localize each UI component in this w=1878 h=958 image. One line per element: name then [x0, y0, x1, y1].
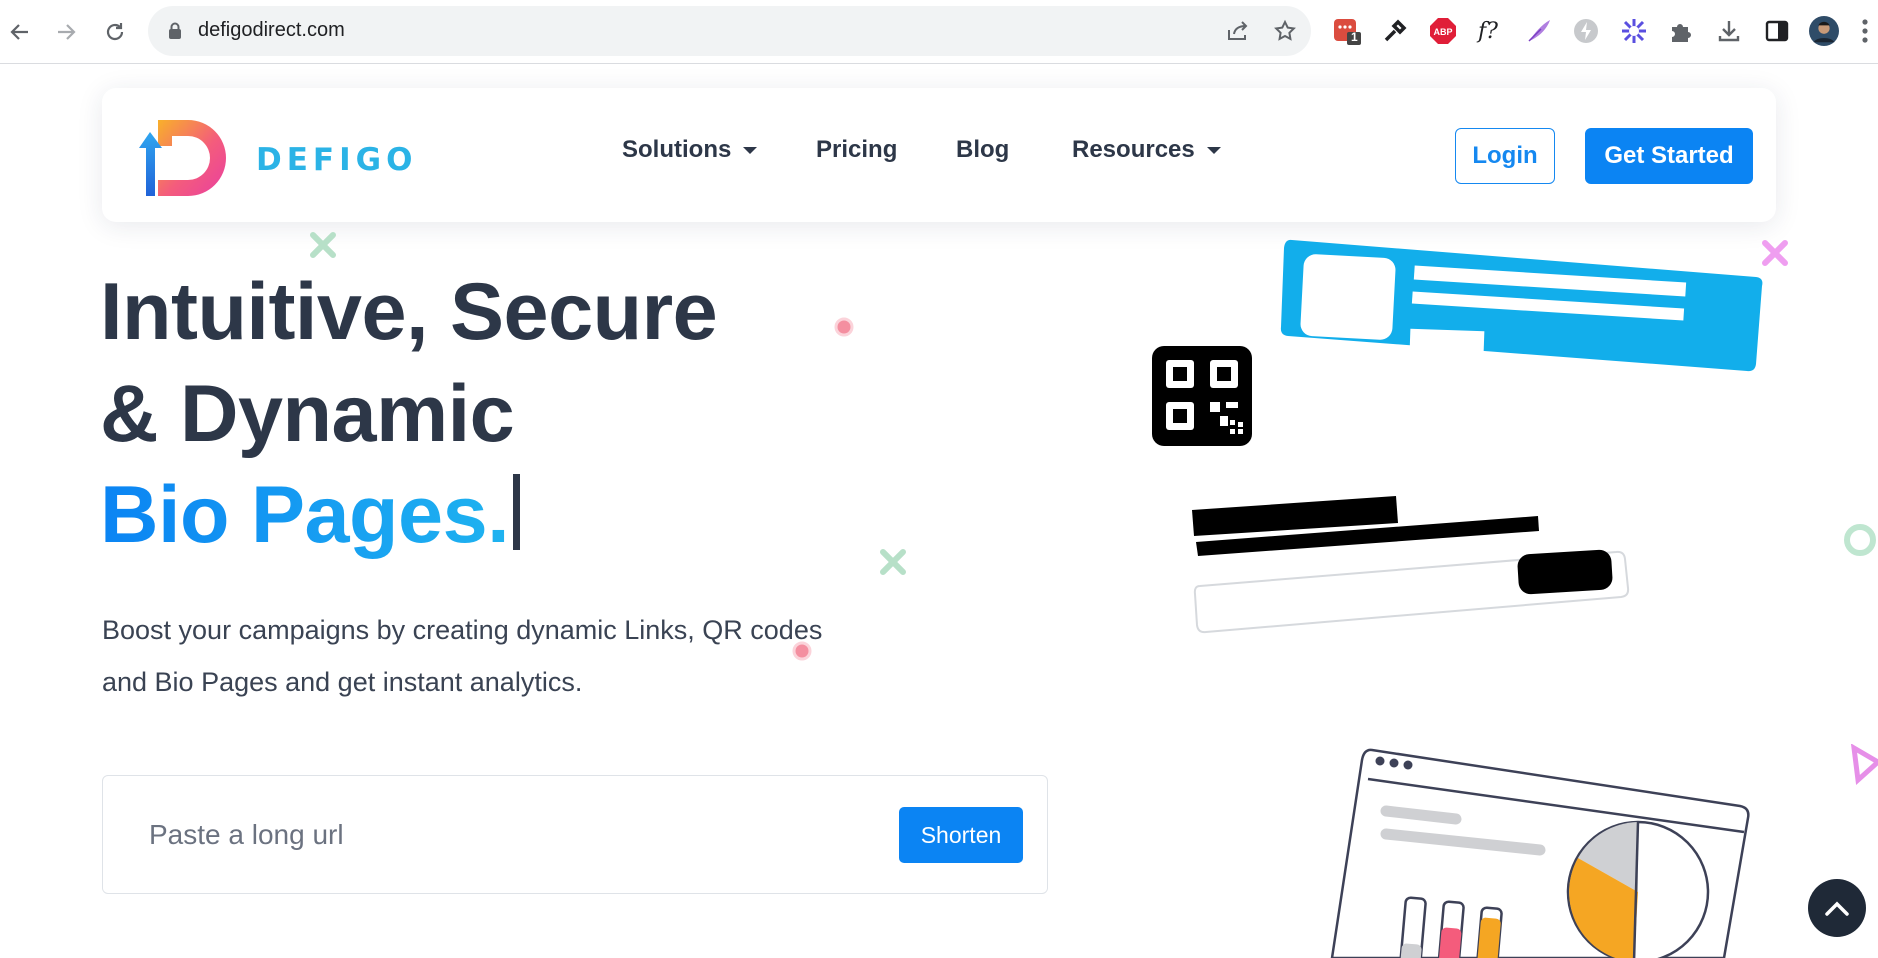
- long-url-input[interactable]: [149, 814, 849, 856]
- get-started-button[interactable]: Get Started: [1585, 128, 1753, 184]
- webpage: DEFIGO Solutions Pricing Blog Resources …: [0, 64, 1878, 958]
- scroll-to-top-button[interactable]: [1808, 879, 1866, 937]
- chevron-up-icon: [1825, 901, 1849, 916]
- typing-cursor: [513, 474, 521, 550]
- lightning-icon[interactable]: [1571, 16, 1601, 46]
- nav-solutions[interactable]: Solutions: [622, 136, 758, 164]
- eyedropper-icon[interactable]: [1380, 16, 1410, 46]
- shorten-button[interactable]: Shorten: [899, 807, 1023, 863]
- login-button[interactable]: Login: [1455, 128, 1555, 184]
- extension-badge: 1: [1351, 30, 1358, 44]
- address-bar[interactable]: defigodirect.com: [148, 6, 1311, 56]
- cross-decoration-icon: [880, 549, 906, 575]
- analytics-window-illustration: [1330, 748, 1750, 958]
- kebab-menu-icon[interactable]: [1856, 16, 1874, 46]
- adblock-icon[interactable]: ABP: [1428, 16, 1458, 46]
- sidepanel-icon[interactable]: [1762, 16, 1792, 46]
- forward-arrow-icon: [58, 24, 76, 40]
- quill-icon[interactable]: [1524, 16, 1554, 46]
- reload-icon: [106, 23, 124, 41]
- back-button[interactable]: [2, 14, 38, 50]
- profile-card-illustration: [1280, 239, 1763, 372]
- defigo-logo-text: DEFIGO: [256, 142, 418, 178]
- url-text: defigodirect.com: [198, 19, 345, 41]
- nav-resources[interactable]: Resources: [1072, 136, 1221, 164]
- svg-text:f?: f?: [1476, 19, 1498, 44]
- defigo-logo-mark-icon: [139, 120, 226, 196]
- nav-solutions-label: Solutions: [622, 136, 732, 163]
- link-form-illustration: [1192, 496, 1630, 634]
- nav-blog-label: Blog: [956, 136, 1010, 163]
- back-arrow-icon: [10, 24, 28, 40]
- nav-pricing-label: Pricing: [816, 136, 898, 163]
- svg-text:ABP: ABP: [1433, 27, 1452, 37]
- triangle-decoration-icon: [1850, 744, 1878, 786]
- profile-avatar-icon[interactable]: [1809, 16, 1839, 46]
- url-shortener-form: Shorten: [102, 775, 1048, 894]
- nav-resources-label: Resources: [1072, 136, 1195, 163]
- hero-illustration: [1152, 239, 1763, 958]
- share-icon[interactable]: [1225, 18, 1251, 44]
- browser-toolbar: defigodirect.com 1 ABP f?: [0, 0, 1878, 64]
- reload-button[interactable]: [97, 14, 133, 50]
- forward-button[interactable]: [48, 14, 84, 50]
- hero-title-line1: Intuitive, Secure: [100, 267, 718, 357]
- hero-subtitle: Boost your campaigns by creating dynamic…: [102, 615, 823, 697]
- site-navbar: DEFIGO Solutions Pricing Blog Resources …: [102, 88, 1776, 222]
- download-icon[interactable]: [1714, 16, 1744, 46]
- cross-decoration-icon: [310, 232, 336, 258]
- ring-decoration-icon: [1844, 524, 1876, 556]
- puzzle-icon[interactable]: [1666, 16, 1696, 46]
- bookmark-star-icon[interactable]: [1272, 18, 1298, 44]
- nav-blog[interactable]: Blog: [956, 136, 1009, 164]
- lock-icon[interactable]: [168, 22, 182, 40]
- hero-title-line3: Bio Pages.: [100, 474, 521, 556]
- qr-code-illustration: [1152, 346, 1252, 446]
- chevron-down-icon: [743, 146, 758, 154]
- dot-decoration-icon: [834, 317, 854, 337]
- defigo-logo[interactable]: DEFIGO: [138, 114, 412, 198]
- hero-title-line2: & Dynamic: [100, 369, 515, 459]
- nav-pricing[interactable]: Pricing: [816, 136, 897, 164]
- chevron-down-icon: [1206, 146, 1221, 154]
- asterisk-icon[interactable]: [1619, 16, 1649, 46]
- whatfont-icon[interactable]: f?: [1476, 16, 1506, 46]
- hero-title-highlight: Bio Pages.: [100, 470, 510, 560]
- todoist-icon[interactable]: 1: [1332, 16, 1362, 46]
